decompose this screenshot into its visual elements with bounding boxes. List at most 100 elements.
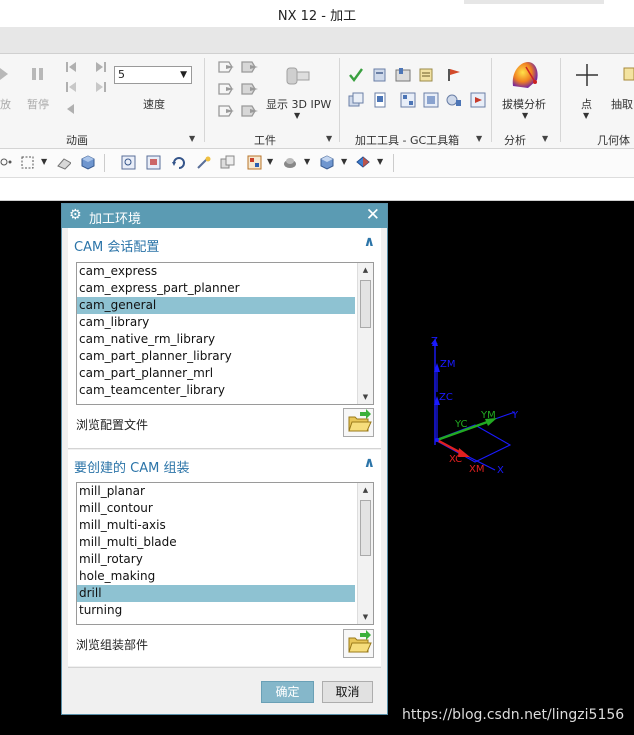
workpiece-check2-icon[interactable] bbox=[241, 81, 259, 97]
cancel-button[interactable]: 取消 bbox=[322, 681, 373, 703]
list-item[interactable]: mill_multi_blade bbox=[77, 534, 355, 551]
chevron-up-icon[interactable]: ∧ bbox=[364, 455, 375, 471]
tool-holder-icon[interactable] bbox=[423, 92, 439, 108]
workpiece-tool-icon[interactable] bbox=[218, 59, 236, 75]
list-item[interactable]: cam_express bbox=[77, 263, 355, 280]
point-icon[interactable] bbox=[574, 62, 600, 88]
list-item[interactable]: cam_part_planner_mrl bbox=[77, 365, 355, 382]
fit-view-icon[interactable] bbox=[121, 155, 136, 170]
chevron-down-icon[interactable]: ▼ bbox=[267, 157, 273, 166]
rotate-icon[interactable] bbox=[171, 155, 186, 170]
list-item-selected[interactable]: cam_general bbox=[77, 297, 355, 314]
chevron-down-icon[interactable]: ▼ bbox=[294, 111, 300, 120]
section-view-icon[interactable] bbox=[356, 155, 371, 170]
list-item[interactable]: mill_multi-axis bbox=[77, 517, 355, 534]
grid-tool-icon[interactable] bbox=[400, 92, 416, 108]
speed-label: 速度 bbox=[143, 98, 165, 111]
rewind-icon[interactable] bbox=[64, 102, 78, 116]
pan-icon[interactable] bbox=[196, 155, 211, 170]
tool-sync-icon[interactable] bbox=[446, 92, 462, 108]
operation-report-icon[interactable] bbox=[418, 67, 434, 83]
play-button-label[interactable]: 放 bbox=[0, 96, 11, 112]
list-item-selected[interactable]: drill bbox=[77, 585, 355, 602]
toolbar-separator bbox=[393, 154, 394, 172]
browse-config-button[interactable] bbox=[343, 408, 374, 437]
list-item[interactable]: turning bbox=[77, 602, 355, 619]
scroll-down-icon[interactable]: ▼ bbox=[358, 390, 373, 404]
chevron-down-icon[interactable]: ▼ bbox=[522, 111, 528, 120]
scroll-up-icon[interactable]: ▲ bbox=[358, 483, 373, 497]
scroll-up-icon[interactable]: ▲ bbox=[358, 263, 373, 277]
list-item[interactable]: cam_teamcenter_library bbox=[77, 382, 355, 399]
scroll-thumb[interactable] bbox=[360, 500, 371, 556]
list-item[interactable]: cam_library bbox=[77, 314, 355, 331]
select-rectangle-icon[interactable] bbox=[20, 155, 35, 170]
tool-library-icon[interactable] bbox=[395, 67, 411, 83]
perspective-icon[interactable] bbox=[220, 155, 235, 170]
chevron-down-icon[interactable]: ▼ bbox=[377, 157, 383, 166]
workpiece-tool3-icon[interactable] bbox=[218, 103, 236, 119]
copy-toolpath-icon[interactable] bbox=[348, 92, 364, 108]
workpiece-group-menu-icon[interactable]: ▼ bbox=[326, 134, 332, 143]
workpiece-check-icon[interactable] bbox=[241, 59, 259, 75]
list-item[interactable]: mill_rotary bbox=[77, 551, 355, 568]
shaded-edges-icon[interactable] bbox=[283, 155, 298, 170]
setup-section-header[interactable]: 要创建的 CAM 组装 ∧ bbox=[68, 453, 381, 477]
chevron-down-icon[interactable]: ▼ bbox=[41, 157, 47, 166]
dialog-title-bar[interactable]: ⚙ 加工环境 ✕ bbox=[62, 204, 387, 228]
step-forward-end-icon[interactable] bbox=[94, 60, 108, 74]
speed-select[interactable]: 5 ▼ bbox=[114, 66, 192, 84]
display-3d-ipw-label[interactable]: 显示 3D IPW bbox=[266, 96, 331, 112]
extract-geometry-icon[interactable] bbox=[622, 64, 634, 84]
pause-icon[interactable] bbox=[30, 66, 46, 82]
ipw-3d-icon[interactable] bbox=[283, 62, 313, 92]
point-label[interactable]: 点 bbox=[581, 96, 592, 112]
workpiece-tool2-icon[interactable] bbox=[218, 81, 236, 97]
browse-setup-part-button[interactable] bbox=[343, 629, 374, 658]
analysis-group-menu-icon[interactable]: ▼ bbox=[542, 134, 548, 143]
eraser-icon[interactable] bbox=[56, 155, 71, 170]
list-item[interactable]: cam_native_rm_library bbox=[77, 331, 355, 348]
step-forward-icon[interactable] bbox=[94, 80, 108, 94]
flag-icon[interactable] bbox=[446, 67, 462, 83]
chevron-down-icon[interactable]: ▼ bbox=[583, 111, 589, 120]
cam-setup-list[interactable]: mill_planar mill_contour mill_multi-axis… bbox=[76, 482, 374, 625]
draft-analysis-label[interactable]: 拔模分析 bbox=[502, 96, 546, 112]
play-icon[interactable] bbox=[0, 66, 10, 82]
document-icon[interactable] bbox=[372, 92, 388, 108]
draft-analysis-icon[interactable] bbox=[508, 58, 542, 92]
setup-list-scrollbar[interactable]: ▲ ▼ bbox=[357, 483, 373, 624]
gear-icon: ⚙ bbox=[69, 207, 82, 223]
display-mode-cube-icon[interactable] bbox=[320, 155, 335, 170]
tool-export-icon[interactable] bbox=[470, 92, 486, 108]
ok-button[interactable]: 确定 bbox=[261, 681, 314, 703]
extract-label[interactable]: 抽取 bbox=[611, 96, 633, 112]
list-item[interactable]: cam_express_part_planner bbox=[77, 280, 355, 297]
list-item[interactable]: cam_part_planner_library bbox=[77, 348, 355, 365]
close-icon[interactable]: ✕ bbox=[366, 205, 380, 225]
solid-cube-icon[interactable] bbox=[80, 155, 95, 170]
chevron-down-icon[interactable]: ▼ bbox=[304, 157, 310, 166]
scroll-thumb[interactable] bbox=[360, 280, 371, 328]
step-back-icon[interactable] bbox=[64, 80, 78, 94]
session-section-header[interactable]: CAM 会话配置 ∧ bbox=[68, 232, 381, 256]
machining-tools-group-menu-icon[interactable]: ▼ bbox=[476, 134, 482, 143]
snap-icon[interactable] bbox=[0, 155, 15, 170]
list-item[interactable]: mill_planar bbox=[77, 483, 355, 500]
workpiece-check3-icon[interactable] bbox=[241, 103, 259, 119]
list-item[interactable]: mill_contour bbox=[77, 500, 355, 517]
scroll-down-icon[interactable]: ▼ bbox=[358, 610, 373, 624]
chevron-down-icon[interactable]: ▼ bbox=[341, 157, 347, 166]
cue-line bbox=[0, 178, 634, 201]
tool-list-icon[interactable] bbox=[372, 67, 388, 83]
step-back-start-icon[interactable] bbox=[64, 60, 78, 74]
verify-toolpath-icon[interactable] bbox=[348, 67, 364, 83]
session-list-scrollbar[interactable]: ▲ ▼ bbox=[357, 263, 373, 404]
layout-grid-icon[interactable] bbox=[247, 155, 262, 170]
animation-group-menu-icon[interactable]: ▼ bbox=[189, 134, 195, 143]
session-config-list[interactable]: cam_express cam_express_part_planner cam… bbox=[76, 262, 374, 405]
chevron-up-icon[interactable]: ∧ bbox=[364, 234, 375, 250]
pause-button-label[interactable]: 暂停 bbox=[27, 96, 49, 112]
zoom-window-icon[interactable] bbox=[146, 155, 161, 170]
list-item[interactable]: hole_making bbox=[77, 568, 355, 585]
